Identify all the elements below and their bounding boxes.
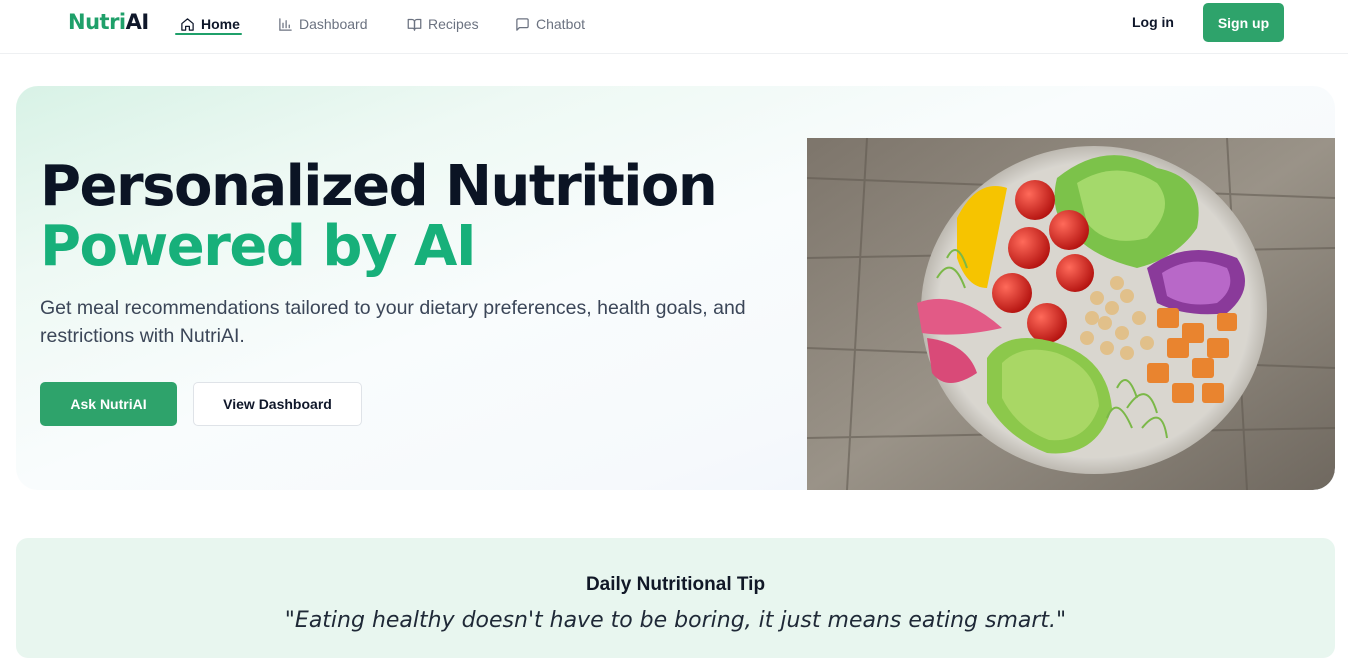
- hero-section: Personalized Nutrition Powered by AI Get…: [16, 86, 1335, 490]
- book-open-icon: [407, 18, 422, 31]
- signup-button[interactable]: Sign up: [1203, 3, 1284, 42]
- message-square-icon: [516, 17, 529, 31]
- daily-tip-quote: "Eating healthy doesn't have to be borin…: [284, 608, 1067, 633]
- nav-item-recipes-label: Recipes: [428, 16, 479, 32]
- daily-tip-heading: Daily Nutritional Tip: [585, 574, 766, 595]
- brand-logo[interactable]: NutriAI: [68, 10, 149, 34]
- active-nav-indicator: [175, 33, 242, 35]
- nav-item-chatbot-label: Chatbot: [536, 16, 586, 32]
- view-dashboard-button[interactable]: View Dashboard: [193, 382, 362, 426]
- nav-item-chatbot[interactable]: Chatbot: [515, 13, 585, 35]
- home-icon: [181, 17, 194, 31]
- nav-item-dashboard[interactable]: Dashboard: [278, 13, 368, 35]
- daily-tip-section: Daily Nutritional Tip "Eating healthy do…: [16, 538, 1335, 658]
- nav-item-recipes[interactable]: Recipes: [407, 13, 479, 35]
- ask-nutriai-button[interactable]: Ask NutriAI: [40, 382, 177, 426]
- nav-item-dashboard-label: Dashboard: [299, 16, 368, 32]
- login-button[interactable]: Log in: [1132, 14, 1174, 30]
- nav-item-home[interactable]: Home: [180, 13, 240, 35]
- bar-chart-icon: [279, 17, 292, 31]
- hero-title-line1: Personalized Nutrition: [40, 154, 718, 219]
- top-navbar: NutriAI Home Dashboard Recipes Chatbot L…: [0, 0, 1348, 54]
- hero-salad-image: [807, 138, 1335, 490]
- hero-subtitle: Get meal recommendations tailored to you…: [40, 297, 746, 347]
- brand-logo-part1: Nutri: [68, 10, 126, 34]
- nav-item-home-label: Home: [201, 16, 240, 32]
- hero-title-line2: Powered by AI: [40, 214, 477, 279]
- brand-logo-part2: AI: [125, 10, 150, 34]
